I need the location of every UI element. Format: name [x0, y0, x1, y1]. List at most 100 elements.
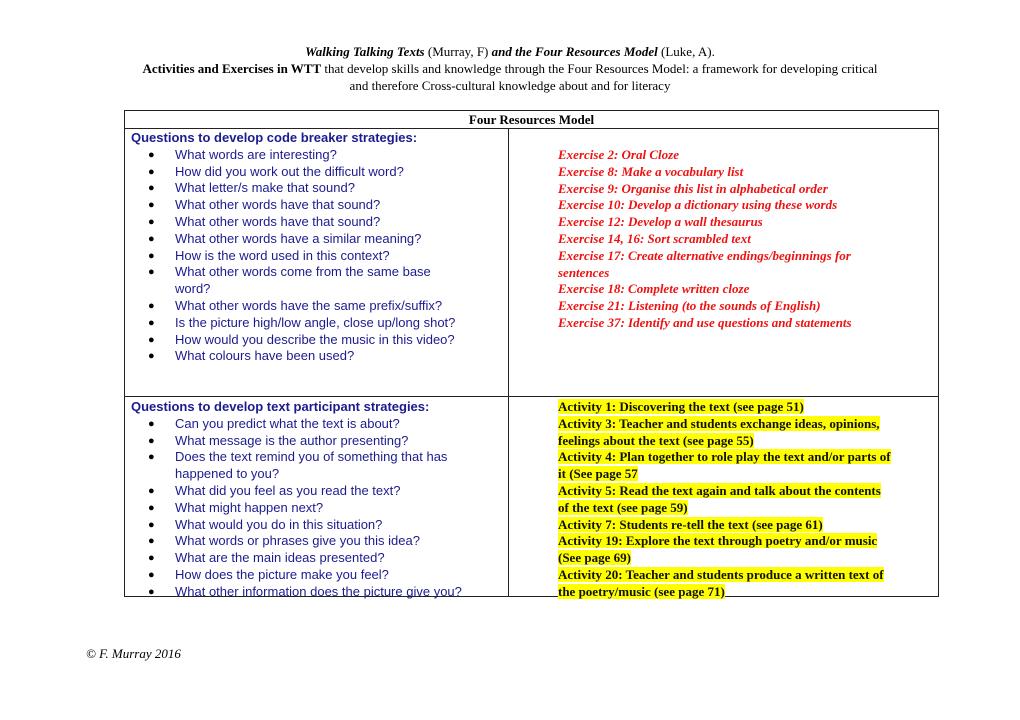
activity-line: feelings about the text (see page 55)	[558, 432, 936, 450]
activity-line: Activity 19: Explore the text through po…	[558, 533, 936, 550]
question-text: What might happen next?	[175, 499, 324, 515]
question-text: What colours have been used?	[175, 348, 355, 364]
question-text: What words are interesting?	[175, 146, 337, 162]
bullet-icon: ●	[148, 434, 155, 447]
bullet-icon: ●	[148, 266, 155, 279]
list-item: ● Can you predict what the text is about?	[131, 416, 506, 433]
activity-text: the poetry/music (see page 71)	[558, 583, 725, 599]
bullet-icon: ●	[148, 215, 155, 228]
bullet-icon: ●	[148, 165, 155, 178]
bullet-icon: ●	[148, 299, 155, 312]
bullet-icon: ●	[148, 568, 155, 581]
exercise-item: Exercise 8: Make a vocabulary list	[558, 163, 744, 179]
list-item: ● How did you work out the difficult word…	[131, 164, 506, 181]
list-item: ● Is the picture high/low angle, close up…	[131, 315, 506, 332]
exercise-item: Exercise 2: Oral Cloze	[558, 147, 679, 162]
activity-line: of the text (see page 59)	[558, 499, 936, 517]
bullet-icon: ●	[148, 484, 155, 497]
exercise-item: Exercise 10: Develop a dictionary using …	[558, 197, 838, 213]
activity-text: Activity 20: Teacher and students produc…	[558, 566, 884, 582]
question-text: What other information does the picture …	[175, 583, 462, 599]
bullet-icon: ●	[148, 333, 155, 346]
list-item: ● What other words have that sound?	[131, 214, 506, 231]
table-heading: Four Resources Model	[125, 111, 938, 129]
question-text: What other words have the same prefix/su…	[175, 297, 443, 313]
bullet-icon: ●	[148, 232, 155, 245]
question-text: What words or phrases give you this idea…	[175, 533, 420, 549]
activity-text: Activity 4: Plan together to role play t…	[558, 449, 891, 465]
title-wtt: Walking Talking Texts	[305, 44, 425, 59]
activity-line: (See page 69)	[558, 550, 936, 567]
list-item: ● What words or phrases give you this ide…	[131, 533, 506, 550]
question-text: What message is the author presenting?	[175, 432, 409, 448]
list-item: ● What words are interesting?	[131, 147, 506, 164]
list-item: ● What message is the author presenting?	[131, 433, 506, 450]
bullet-icon: ●	[148, 585, 155, 598]
activity-line: Activity 5: Read the text again and talk…	[558, 482, 936, 500]
list-item: ● How is the word used in this context?	[131, 248, 506, 265]
text-participant-heading: Questions to develop text participant st…	[131, 399, 430, 414]
title-line-2: Activities and Exercises in WTT that dev…	[60, 60, 960, 77]
list-item: ● What letter/s make that sound?	[131, 180, 506, 197]
title-line-1: Walking Talking Texts (Murray, F) and th…	[60, 43, 960, 60]
activity-text: Activity 5: Read the text again and talk…	[558, 482, 881, 498]
bullet-icon: ●	[148, 552, 155, 565]
question-text: What other words have that sound?	[175, 197, 381, 213]
activity-text: Activity 3: Teacher and students exchang…	[558, 415, 880, 431]
code-breaker-question-list: ● What words are interesting? ● How did yo…	[131, 147, 506, 365]
bullet-icon: ●	[148, 518, 155, 531]
bullet-icon: ●	[148, 316, 155, 329]
activity-line: Activity 4: Plan together to role play t…	[558, 449, 936, 466]
activity-line: Activity 7: Students re-tell the text (s…	[558, 516, 936, 534]
question-text: Is the picture high/low angle, close up/…	[175, 314, 456, 330]
list-item: ● What other words have a similar meaning…	[131, 231, 506, 248]
question-text: How would you describe the music in this…	[175, 331, 455, 347]
bullet-icon: ●	[148, 535, 155, 548]
bullet-icon: ●	[148, 182, 155, 195]
title-line-3: and therefore Cross-cultural knowledge a…	[349, 78, 671, 93]
question-text: How is the word used in this context?	[175, 247, 390, 263]
document-title-block: Walking Talking Texts (Murray, F) and th…	[60, 43, 960, 94]
bullet-icon: ●	[148, 417, 155, 430]
exercise-item: Exercise 14, 16: Sort scrambled text	[558, 230, 751, 246]
list-item: ● What did you feel as you read the text?	[131, 483, 506, 500]
code-breaker-exercises-cell: Exercise 2: Oral Cloze Exercise 8: Make …	[558, 147, 936, 332]
subtitle-rest: that develop skills and knowledge throug…	[321, 61, 878, 76]
exercise-item: Exercise 21: Listening (to the sounds of…	[558, 298, 821, 314]
question-text: What other words come from the same base…	[175, 264, 431, 297]
activity-text: Activity 1: Discovering the text (see pa…	[558, 399, 804, 414]
list-item: ● What other words have that sound?	[131, 197, 506, 214]
list-item: ● What might happen next?	[131, 500, 506, 517]
bullet-icon: ●	[148, 501, 155, 514]
text-participant-activities-cell: Activity 1: Discovering the text (see pa…	[558, 399, 936, 601]
author-luke: (Luke, A).	[657, 44, 715, 59]
bullet-icon: ●	[148, 148, 155, 161]
question-text: What letter/s make that sound?	[175, 180, 355, 196]
bullet-icon: ●	[148, 451, 155, 464]
question-text: What would you do in this situation?	[175, 516, 383, 532]
exercise-item: Exercise 9: Organise this list in alphab…	[558, 180, 828, 196]
exercise-item: Exercise 37: Identify and use questions …	[558, 314, 852, 330]
list-item: ● What colours have been used?	[131, 348, 506, 365]
list-item: ● What would you do in this situation?	[131, 517, 506, 534]
copyright-footer: © F. Murray 2016	[86, 646, 181, 661]
question-text: How does the picture make you feel?	[175, 566, 389, 582]
list-item: ● How does the picture make you feel?	[131, 567, 506, 584]
bullet-icon: ●	[148, 350, 155, 363]
code-breaker-heading: Questions to develop code breaker strate…	[131, 130, 418, 145]
activity-line: Activity 1: Discovering the text (see pa…	[558, 399, 936, 416]
activity-line: Activity 3: Teacher and students exchang…	[558, 415, 936, 433]
exercise-item: Exercise 12: Develop a wall thesaurus	[558, 214, 763, 230]
activity-text: (See page 69)	[558, 550, 631, 566]
document-page: Walking Talking Texts (Murray, F) and th…	[0, 0, 1020, 720]
activity-text: it (See page 57	[558, 466, 638, 482]
list-item: ● What are the main ideas presented?	[131, 550, 506, 567]
activity-line: Activity 20: Teacher and students produc…	[558, 566, 936, 584]
bullet-icon: ●	[148, 249, 155, 262]
question-text: What did you feel as you read the text?	[175, 482, 401, 498]
question-text: What are the main ideas presented?	[175, 550, 385, 566]
list-item: ● What other information does the picture…	[131, 584, 506, 601]
question-text: Can you predict what the text is about?	[175, 415, 400, 431]
activity-line: the poetry/music (see page 71)	[558, 583, 936, 601]
list-item: ● Does the text remind you of something t…	[131, 449, 506, 483]
